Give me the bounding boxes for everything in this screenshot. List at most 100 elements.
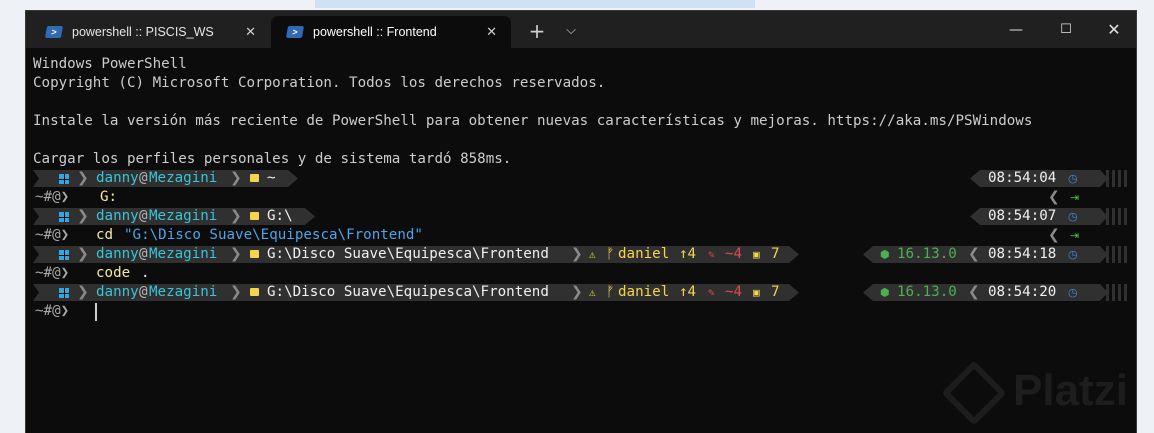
prompt-end-decoration — [1106, 246, 1130, 263]
username: danny — [96, 170, 139, 186]
save-icon: ▣ — [753, 248, 760, 261]
node-icon: ⬢ — [880, 286, 890, 299]
tab-label: powershell :: PISCIS_WS — [72, 25, 214, 39]
username: danny — [96, 208, 139, 224]
separator-icon: ❯ — [571, 284, 583, 300]
powershell-icon: > — [285, 26, 305, 38]
folder-icon — [250, 212, 259, 220]
timestamp: 08:54:20 — [988, 284, 1057, 300]
clock-icon: ◷ — [1068, 210, 1078, 223]
tab-frontend[interactable]: > powershell :: Frontend ✕ — [271, 16, 511, 48]
chevron-left-icon: ❮ — [1048, 227, 1060, 243]
at-sign: @ — [139, 284, 148, 300]
platzi-watermark: Platzi — [941, 360, 1128, 426]
chevron-down-icon[interactable]: ⌵ — [558, 18, 584, 44]
at-sign: @ — [139, 208, 148, 224]
prompt-line: ❯ danny @ Mezagini ❯ G:\Disco Suave\Equi… — [33, 283, 1133, 302]
new-tab-button[interactable]: + — [524, 18, 550, 44]
command-argument: "G:\Disco Suave\Equipesca\Frontend" — [124, 227, 423, 243]
tab-piscis-ws[interactable]: > powershell :: PISCIS_WS ✕ — [30, 16, 270, 48]
separator-icon: ❯ — [77, 208, 89, 224]
current-path: G:\ — [267, 208, 293, 224]
text-cursor — [95, 303, 97, 321]
git-branch: daniel — [618, 246, 670, 262]
clock-icon: ◷ — [1068, 286, 1078, 299]
separator-icon: ❮ — [968, 246, 980, 262]
prompt-end-decoration — [1106, 284, 1130, 301]
timestamp: 08:54:18 — [988, 246, 1057, 262]
current-path: G:\Disco Suave\Equipesca\Frontend — [267, 284, 549, 300]
close-icon[interactable]: ✕ — [486, 24, 497, 40]
current-path: ~ — [267, 170, 276, 186]
separator-icon: ❯ — [230, 170, 242, 186]
watermark-text: Platzi — [1013, 366, 1128, 415]
chevron-left-icon: ❮ — [1048, 189, 1060, 205]
at-sign: @ — [139, 246, 148, 262]
git-ahead: ↑4 — [679, 284, 697, 300]
edit-icon: ✎ — [708, 286, 715, 299]
username: danny — [96, 284, 139, 300]
prompt-symbol: ~#@❯ — [35, 303, 70, 319]
clock-icon: ◷ — [1068, 248, 1078, 261]
hostname: Mezagini — [149, 284, 218, 300]
current-path: G:\Disco Suave\Equipesca\Frontend — [267, 246, 549, 262]
git-warning-icon: ⚠ — [589, 248, 596, 261]
close-icon[interactable]: ✕ — [245, 24, 256, 40]
prompt-end-decoration — [1106, 208, 1130, 225]
git-warning-icon: ⚠ — [589, 286, 596, 299]
separator-icon: ❯ — [230, 246, 242, 262]
clock-icon: ◷ — [1068, 172, 1078, 185]
folder-icon — [250, 250, 259, 258]
save-icon: ▣ — [753, 286, 760, 299]
prompt-line: ❯ danny @ Mezagini ❯ ~ 08:54:04 ◷ — [33, 169, 1133, 188]
git-branch: daniel — [618, 284, 670, 300]
banner-line: Cargar los perfiles personales y de sist… — [33, 151, 512, 167]
command-argument: . — [141, 265, 150, 281]
terminal-window: > powershell :: PISCIS_WS ✕ > powershell… — [25, 10, 1137, 433]
banner-line: Windows PowerShell — [33, 56, 187, 72]
at-sign: @ — [139, 170, 148, 186]
node-version: 16.13.0 — [897, 246, 957, 262]
separator-icon: ❮ — [968, 284, 980, 300]
banner-line: Instale la versión más reciente de Power… — [33, 113, 1033, 129]
banner-line: Copyright (C) Microsoft Corporation. Tod… — [33, 75, 606, 91]
hostname: Mezagini — [149, 170, 218, 186]
windows-icon — [59, 174, 69, 184]
hostname: Mezagini — [149, 246, 218, 262]
prompt-symbol: ~#@❯ — [35, 227, 70, 243]
timestamp: 08:54:04 — [988, 170, 1057, 186]
edit-icon: ✎ — [708, 248, 715, 261]
prompt-line: ❯ danny @ Mezagini ❯ G:\Disco Suave\Equi… — [33, 245, 1133, 264]
command-text: G: — [100, 189, 118, 205]
timestamp: 08:54:07 — [988, 208, 1057, 224]
git-branch-icon: ᚠ — [606, 284, 615, 300]
separator-icon: ❯ — [230, 208, 242, 224]
git-modified: ~4 — [725, 284, 743, 300]
node-version: 16.13.0 — [897, 284, 957, 300]
minimize-button[interactable]: — — [996, 17, 1036, 43]
exit-status-icon: ⇥ — [1070, 191, 1080, 204]
close-window-button[interactable]: ✕ — [1094, 17, 1134, 43]
folder-icon — [250, 174, 259, 182]
separator-icon: ❯ — [77, 284, 89, 300]
hostname: Mezagini — [149, 208, 218, 224]
tab-label: powershell :: Frontend — [313, 25, 437, 39]
command-line: ~#@❯ G: ❮ ⇥ — [33, 188, 1133, 207]
windows-icon — [59, 212, 69, 222]
prompt-end-decoration — [1106, 170, 1130, 187]
separator-icon: ❯ — [230, 284, 242, 300]
prompt-line: ❯ danny @ Mezagini ❯ G:\ 08:54:07 ◷ — [33, 207, 1133, 226]
command-line: ~#@❯ — [33, 302, 1133, 321]
git-ahead: ↑4 — [679, 246, 697, 262]
exit-status-icon: ⇥ — [1070, 229, 1080, 242]
separator-icon: ❯ — [77, 170, 89, 186]
prompt-symbol: ~#@❯ — [35, 265, 70, 281]
maximize-button[interactable]: ☐ — [1046, 17, 1086, 43]
username: danny — [96, 246, 139, 262]
command-line: ~#@❯ code . — [33, 264, 1133, 283]
git-branch-icon: ᚠ — [606, 246, 615, 262]
prompt-symbol: ~#@❯ — [35, 189, 70, 205]
git-modified: ~4 — [725, 246, 743, 262]
titlebar: > powershell :: PISCIS_WS ✕ > powershell… — [26, 11, 1136, 48]
platzi-logo-icon — [941, 360, 1007, 426]
